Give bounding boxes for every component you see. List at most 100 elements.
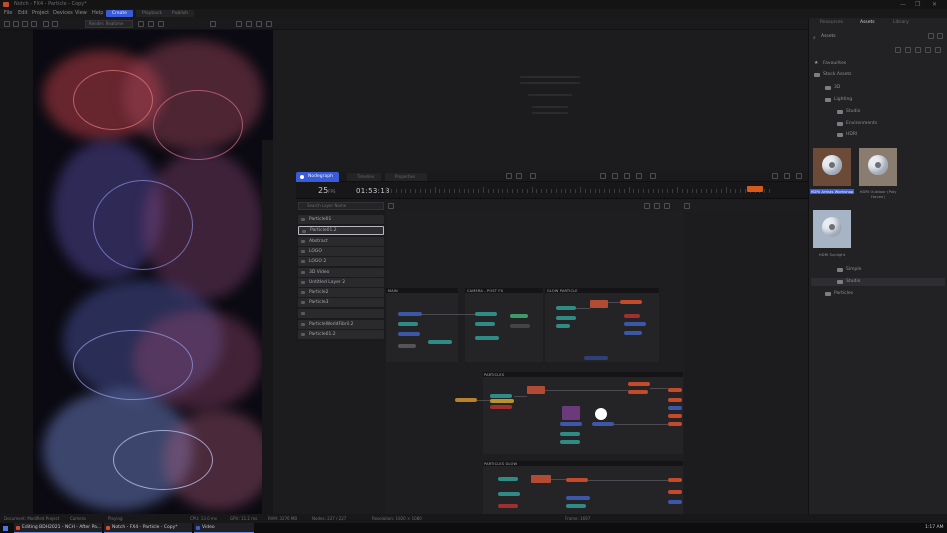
folder-add-icon[interactable] [915,47,921,53]
skip-back-icon[interactable] [600,173,606,179]
layer-row[interactable]: LOGO 2 [298,257,384,266]
taskbar-item-active[interactable]: Notch - FX4 - Particle - Copy* [104,523,192,533]
node[interactable] [455,398,477,402]
asset-thumbnail[interactable] [859,148,897,186]
node[interactable] [668,398,682,402]
node[interactable] [668,500,682,504]
layer-row[interactable]: 3D Video [298,268,384,277]
node[interactable] [566,496,590,500]
node[interactable] [510,324,530,328]
render-viewport[interactable] [33,30,273,514]
light-tool-icon[interactable] [52,21,58,27]
node[interactable] [556,324,570,328]
settings-icon[interactable] [928,33,934,39]
node[interactable] [566,478,588,482]
node[interactable] [584,356,608,360]
node[interactable] [668,490,682,494]
tab-nodegraph[interactable]: Nodegraph [296,172,339,182]
tree-item-studio-selected[interactable]: Studio [811,278,945,286]
layer-row[interactable]: Particle01.2 [298,330,384,339]
fullscreen-icon[interactable] [246,21,252,27]
node[interactable] [490,399,514,403]
render-mode-select[interactable]: Render: Realtime [85,20,133,28]
zoom-icon[interactable] [210,21,216,27]
scale-tool-icon[interactable] [31,21,37,27]
layer-row-selected[interactable]: Particle01.2 [298,226,384,235]
node[interactable] [398,312,422,316]
layer-row[interactable]: Untitled Layer 2 [298,278,384,287]
tree-item-studio[interactable]: Studio [837,108,860,116]
node[interactable] [624,331,642,335]
tree-item-particles[interactable]: Particles [825,290,853,298]
viewer-scrollbar[interactable] [262,140,273,514]
safe-area-icon[interactable] [256,21,262,27]
maximize-icon[interactable]: ❐ [915,0,920,9]
tab-assets[interactable]: Assets [860,20,875,25]
select-tool-icon[interactable] [4,21,10,27]
start-menu-icon[interactable] [3,526,8,531]
tree-item-lighting[interactable]: Lighting [825,96,852,104]
node[interactable] [428,340,452,344]
node[interactable] [628,382,650,386]
node-group-main[interactable] [386,288,458,362]
tab-timeline[interactable]: Timeline [347,173,381,181]
menu-help[interactable]: Help [92,9,103,18]
menu-devices[interactable]: Devices [53,9,73,18]
node[interactable] [498,492,520,496]
zoom-timeline-icon[interactable] [772,173,778,179]
menu-edit[interactable]: Edit [18,9,28,18]
tab-properties[interactable]: Properties [385,173,427,181]
workspace-tab-publish[interactable]: Publish [166,10,195,17]
playhead-marker[interactable] [747,186,763,192]
rotate-tool-icon[interactable] [22,21,28,27]
tree-item-stock-assets[interactable]: Stock Assets [814,71,852,79]
tree-item-favourites[interactable]: ★ Favourites [814,60,846,68]
tab-library[interactable]: Library [893,20,909,25]
camera-tool-icon[interactable] [43,21,49,27]
node[interactable] [510,314,528,318]
step-back-icon[interactable] [612,173,618,179]
node[interactable] [475,336,499,340]
node[interactable] [668,406,682,410]
refresh-icon[interactable] [937,33,943,39]
layer-row[interactable] [298,309,384,318]
wireframe-toggle-icon[interactable] [148,21,154,27]
node[interactable] [566,504,586,508]
node[interactable] [624,322,646,326]
node[interactable] [560,422,582,426]
node[interactable] [556,316,576,320]
node[interactable] [531,475,551,483]
node[interactable] [668,414,682,418]
graph-fit-icon[interactable] [664,203,670,209]
workspace-tab-create[interactable]: Create [106,10,133,17]
move-tool-icon[interactable] [13,21,19,27]
skip-forward-icon[interactable] [636,173,642,179]
node[interactable] [490,394,512,398]
tree-item-3d[interactable]: 3D [825,84,840,92]
node[interactable] [498,477,518,481]
grid-toggle-icon[interactable] [138,21,144,27]
timeline-lock-icon[interactable] [796,173,802,179]
grid-view-icon[interactable] [905,47,911,53]
assets-search-input[interactable]: Assets [812,32,922,41]
stop-icon[interactable] [516,173,522,179]
node[interactable] [668,388,682,392]
timeline-settings-icon[interactable] [784,173,790,179]
layer-row[interactable]: Particle2 [298,288,384,297]
node[interactable] [475,322,495,326]
node[interactable] [398,332,420,336]
layer-row[interactable]: LOGO [298,247,384,256]
node[interactable] [398,322,418,326]
step-forward-icon[interactable] [624,173,630,179]
menu-file[interactable]: File [4,9,12,18]
tree-item-environments[interactable]: Environments [837,120,877,128]
workspace-tab-playback[interactable]: Playback [136,10,169,17]
import-icon[interactable] [925,47,931,53]
node[interactable] [527,386,545,394]
node[interactable] [475,312,497,316]
graph-zoom-out-icon[interactable] [654,203,660,209]
taskbar-item[interactable]: Editing BDH2021 - NCH - After Pa... [14,523,102,533]
loop-icon[interactable] [530,173,536,179]
graph-search-icon[interactable] [684,203,690,209]
graph-zoom-in-icon[interactable] [644,203,650,209]
